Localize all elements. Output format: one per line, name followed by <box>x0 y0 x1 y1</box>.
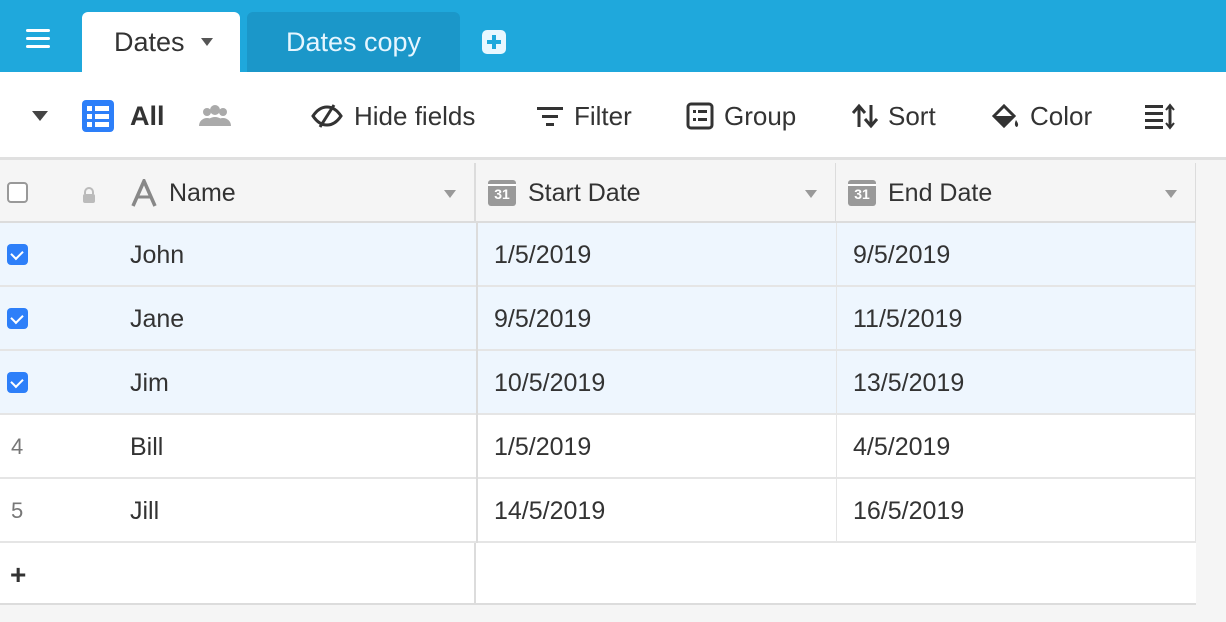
sort-icon <box>852 103 878 129</box>
row-checkbox[interactable] <box>7 372 28 393</box>
cell-end-date[interactable]: 16/5/2019 <box>836 479 1196 543</box>
group-label: Group <box>724 100 797 131</box>
cell-name[interactable]: Bill <box>130 415 163 479</box>
view-name: All <box>130 100 165 131</box>
cell-name[interactable]: Jill <box>130 479 159 543</box>
hide-fields-icon <box>311 104 343 128</box>
filter-icon <box>537 107 563 126</box>
table-row[interactable]: 4 Bill 1/5/2019 4/5/2019 <box>0 415 1196 479</box>
cell-name[interactable]: John <box>130 223 184 287</box>
collaborators-button[interactable] <box>198 72 232 160</box>
column-header-start-date[interactable]: 31 Start Date <box>476 163 836 223</box>
cell-end-date[interactable]: 9/5/2019 <box>836 223 1196 287</box>
column-header-name[interactable]: Name <box>0 163 476 223</box>
cell-start-date[interactable]: 14/5/2019 <box>476 479 836 543</box>
chevron-down-icon <box>32 111 48 121</box>
view-switcher-toggle[interactable] <box>32 72 48 160</box>
filter-label: Filter <box>574 100 632 131</box>
hide-fields-label: Hide fields <box>354 100 476 131</box>
column-label: Start Date <box>528 178 641 207</box>
cell-start-date[interactable]: 1/5/2019 <box>476 415 836 479</box>
row-checkbox[interactable] <box>7 308 28 329</box>
chevron-down-icon[interactable] <box>1165 190 1177 198</box>
add-row[interactable]: + <box>0 543 1196 605</box>
chevron-down-icon[interactable] <box>805 190 817 198</box>
cell-name[interactable]: Jane <box>130 287 184 351</box>
color-bucket-icon <box>991 103 1019 129</box>
view-toolbar: All Hide fields Filter Group Sort Color <box>0 72 1226 160</box>
table-row[interactable]: 5 Jill 14/5/2019 16/5/2019 <box>0 479 1196 543</box>
group-icon <box>686 102 714 130</box>
sort-label: Sort <box>888 100 936 131</box>
tab-label: Dates copy <box>285 26 422 57</box>
tab-bar: Dates Dates copy <box>0 0 1226 72</box>
text-field-icon <box>131 179 157 207</box>
column-header-end-date[interactable]: 31 End Date <box>836 163 1196 223</box>
cell-start-date[interactable]: 10/5/2019 <box>476 351 836 415</box>
chevron-down-icon[interactable] <box>444 190 456 198</box>
chevron-down-icon[interactable] <box>200 38 213 46</box>
table-row[interactable]: John 1/5/2019 9/5/2019 <box>0 223 1196 287</box>
color-label: Color <box>1030 100 1093 131</box>
add-row-icon[interactable]: + <box>10 559 26 591</box>
table-row[interactable]: Jane 9/5/2019 11/5/2019 <box>0 287 1196 351</box>
row-height-button[interactable] <box>1144 72 1176 160</box>
calendar-icon: 31 <box>488 180 516 206</box>
grid-header: Name 31 Start Date 31 End Date <box>0 163 1196 223</box>
people-icon <box>199 105 231 126</box>
row-checkbox[interactable] <box>7 244 28 265</box>
tab-dates-copy[interactable]: Dates copy <box>247 12 460 72</box>
view-name-button[interactable]: All <box>82 72 165 160</box>
table-row[interactable]: Jim 10/5/2019 13/5/2019 <box>0 351 1196 415</box>
calendar-icon: 31 <box>848 180 876 206</box>
column-label: Name <box>169 178 236 207</box>
column-label: End Date <box>888 178 993 207</box>
add-tab-icon[interactable] <box>482 30 506 54</box>
grid-view-icon <box>82 100 114 132</box>
row-number: 5 <box>11 498 24 523</box>
cell-start-date[interactable]: 1/5/2019 <box>476 223 836 287</box>
cell-end-date[interactable]: 11/5/2019 <box>836 287 1196 351</box>
filter-button[interactable]: Filter <box>536 72 632 160</box>
tab-label: Dates <box>114 26 185 57</box>
cell-start-date[interactable]: 9/5/2019 <box>476 287 836 351</box>
menu-icon[interactable] <box>26 29 54 53</box>
group-button[interactable]: Group <box>686 72 796 160</box>
cell-end-date[interactable]: 13/5/2019 <box>836 351 1196 415</box>
hide-fields-button[interactable]: Hide fields <box>310 72 475 160</box>
row-height-icon <box>1145 103 1175 130</box>
tab-dates[interactable]: Dates <box>82 12 240 72</box>
cell-name[interactable]: Jim <box>130 351 169 415</box>
cell-end-date[interactable]: 4/5/2019 <box>836 415 1196 479</box>
sort-button[interactable]: Sort <box>852 72 936 160</box>
color-button[interactable]: Color <box>990 72 1092 160</box>
row-number: 4 <box>11 434 24 459</box>
